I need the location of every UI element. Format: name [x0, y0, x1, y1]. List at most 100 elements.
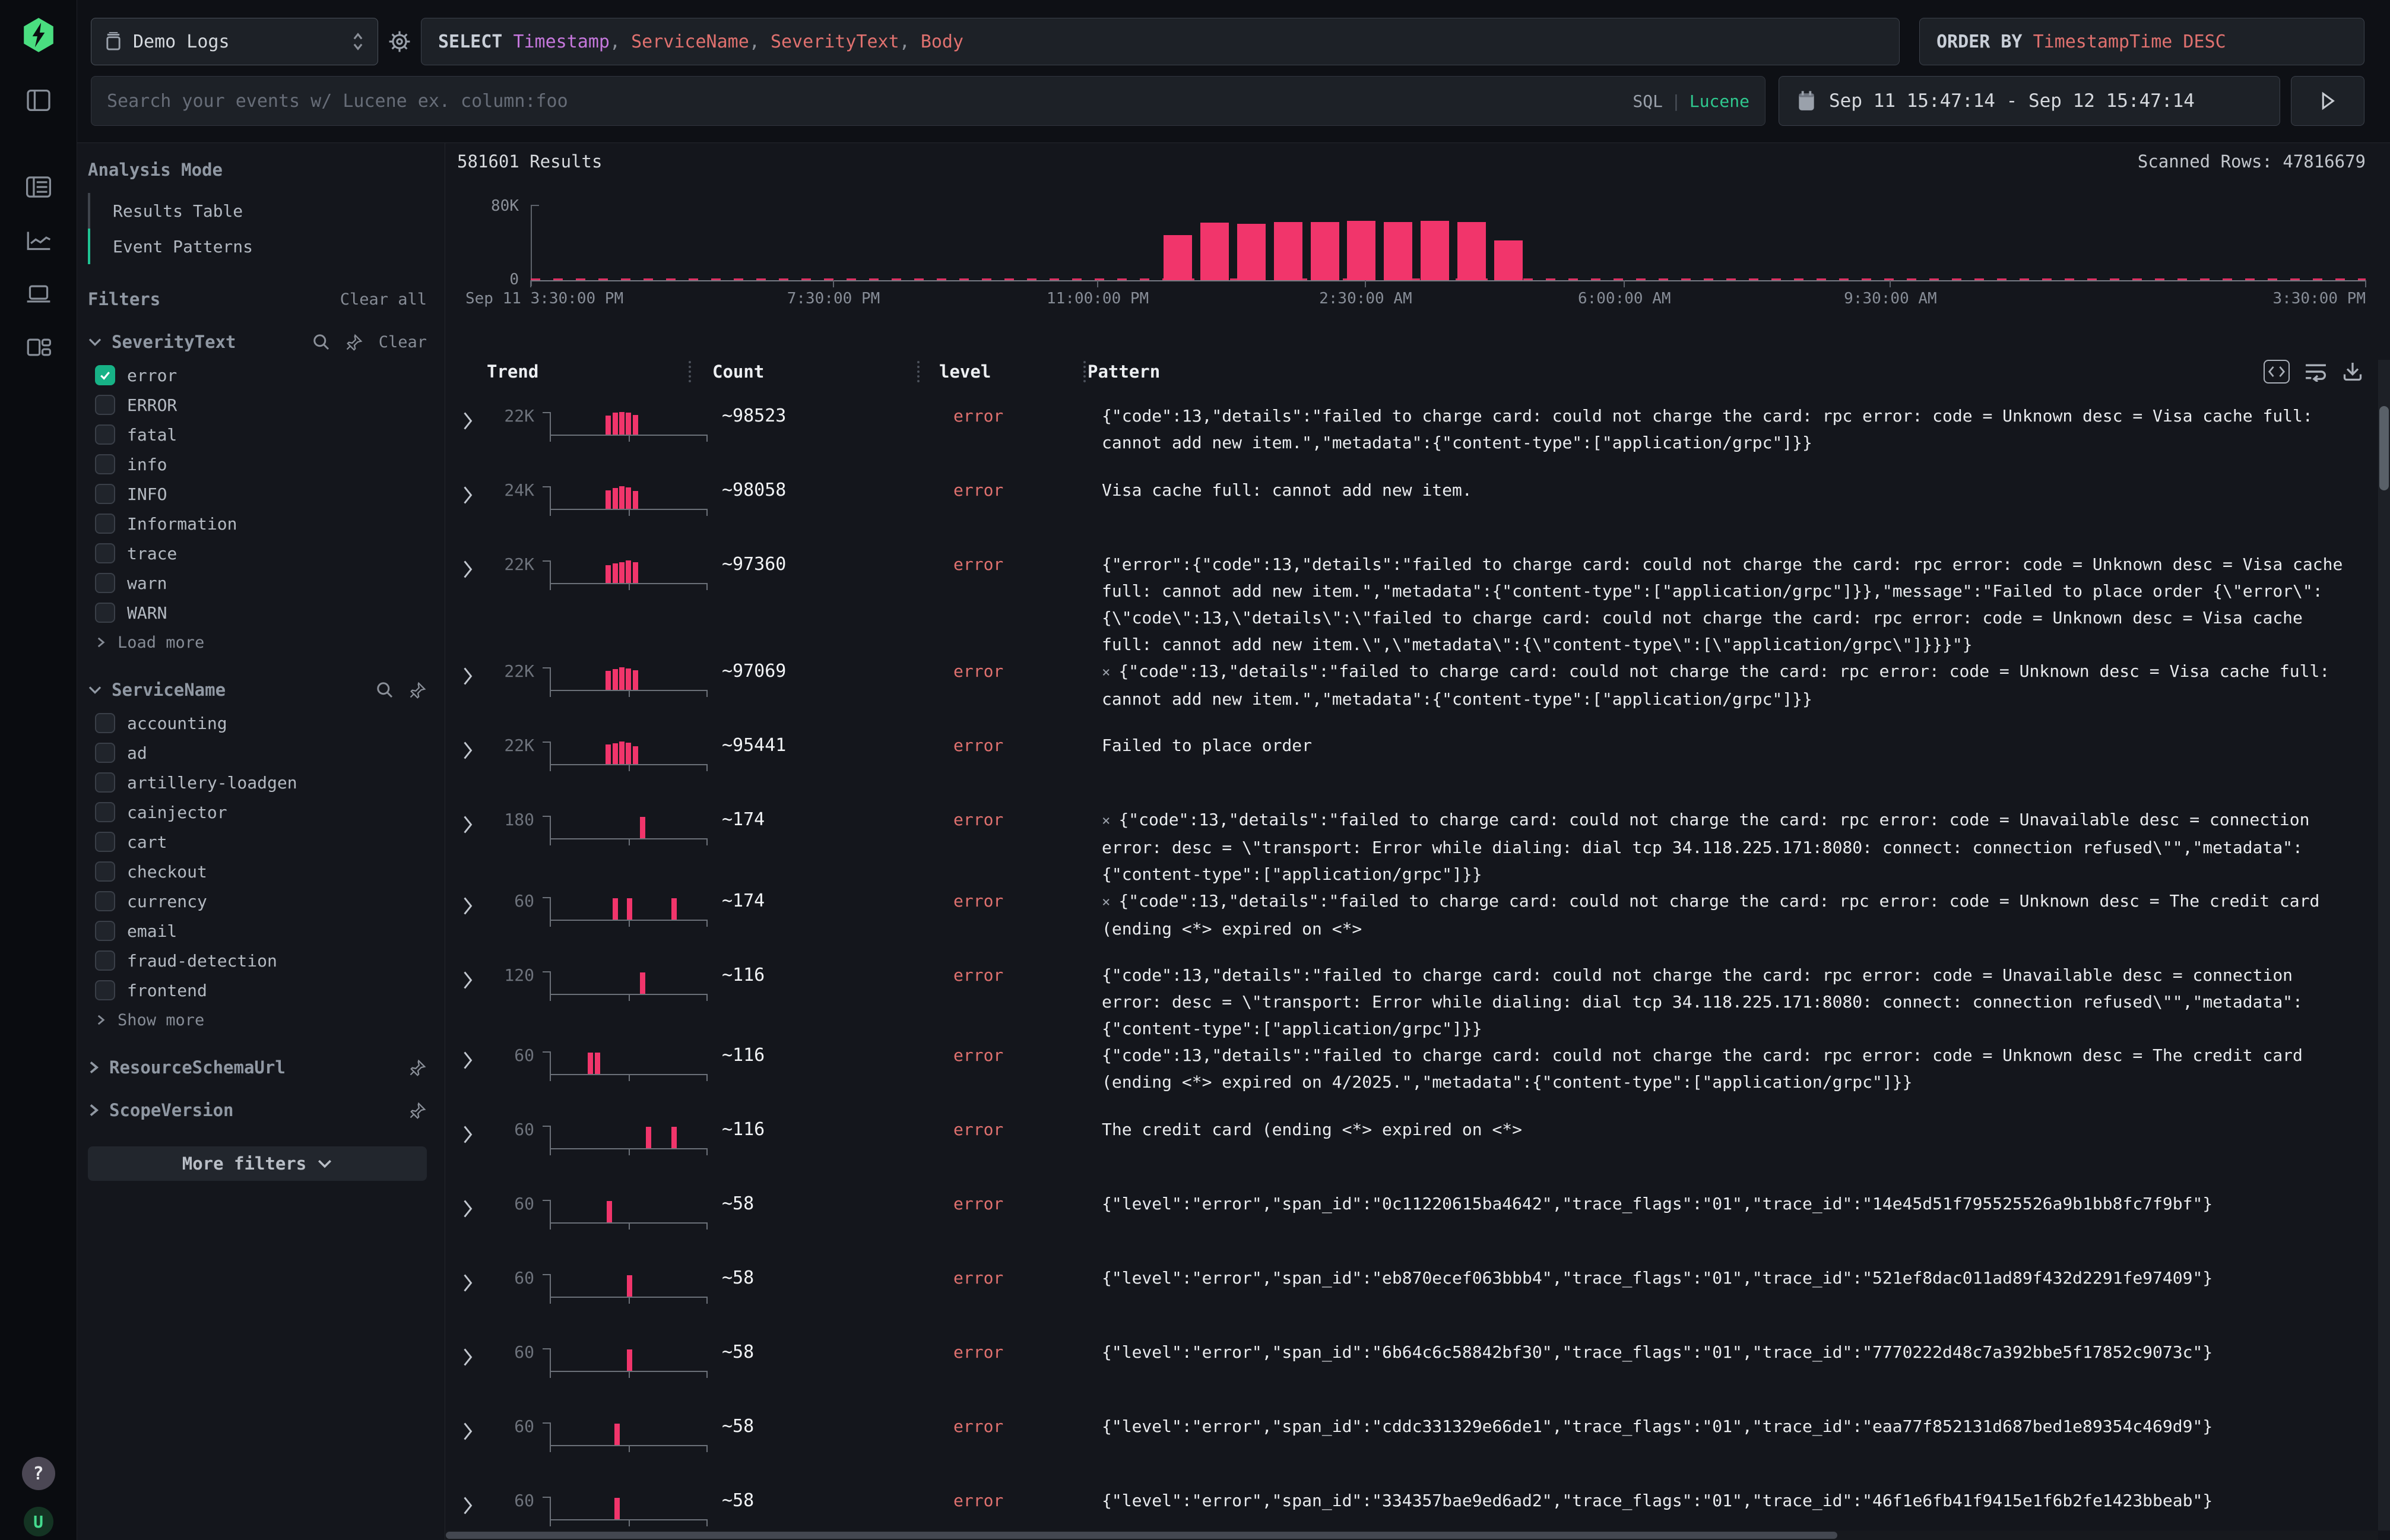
table-row[interactable]: 22K ~97360 error ×{"error":{"code":13,"d… [457, 551, 2366, 658]
chevron-down-icon[interactable] [88, 685, 102, 695]
row-expander-icon[interactable] [462, 895, 475, 917]
order-by-editor[interactable]: ORDER BY TimestampTime DESC [1919, 18, 2364, 65]
filter-checkbox[interactable] [95, 832, 115, 852]
source-settings-button[interactable] [378, 18, 421, 65]
histogram-bar[interactable] [1494, 240, 1523, 280]
analysis-mode-event-patterns[interactable]: Event Patterns [88, 229, 427, 264]
vertical-scrollbar-thumb[interactable] [2379, 406, 2389, 490]
filter-checkbox[interactable] [95, 424, 115, 445]
row-expander-icon[interactable] [462, 1420, 475, 1443]
filter-option[interactable]: WARN [88, 598, 427, 628]
sessions-icon[interactable] [0, 267, 77, 321]
pin-icon[interactable] [345, 333, 363, 351]
histogram-bar[interactable] [1347, 221, 1375, 280]
table-row[interactable]: 120 ~116 error ×{"code":13,"details":"fa… [457, 962, 2366, 1042]
histogram-bar[interactable] [1457, 222, 1486, 280]
pattern-cell[interactable]: ×{"level":"error","span_id":"6b64c6c5884… [1102, 1339, 2360, 1365]
filter-option[interactable]: email [88, 916, 427, 946]
pattern-cell[interactable]: ×{"code":13,"details":"failed to charge … [1102, 403, 2360, 456]
row-expander-icon[interactable] [462, 739, 475, 762]
row-expander-icon[interactable] [462, 1494, 475, 1517]
table-row[interactable]: 60 ~58 error ×{"level":"error","span_id"… [457, 1413, 2366, 1487]
filter-checkbox[interactable] [95, 713, 115, 733]
table-row[interactable]: 60 ~58 error ×{"level":"error","span_id"… [457, 1339, 2366, 1413]
filter-option[interactable]: INFO [88, 479, 427, 509]
filter-option[interactable]: currency [88, 886, 427, 916]
column-header-level[interactable]: level [921, 360, 1088, 384]
severity-clear-button[interactable]: Clear [379, 333, 427, 351]
row-expander-icon[interactable] [462, 1123, 475, 1146]
chevron-down-icon[interactable] [88, 337, 102, 347]
table-row[interactable]: 60 ~116 error ×The credit card (ending <… [457, 1116, 2366, 1190]
download-icon[interactable] [2342, 361, 2363, 382]
row-expander-icon[interactable] [462, 1346, 475, 1368]
column-resize-handle[interactable] [689, 361, 691, 382]
filter-checkbox[interactable] [95, 365, 115, 385]
histogram-bar[interactable] [1237, 224, 1266, 280]
chart-explorer-icon[interactable] [0, 214, 77, 267]
table-row[interactable]: 60 ~58 error ×{"level":"error","span_id"… [457, 1190, 2366, 1265]
histogram-bar[interactable] [1311, 222, 1339, 280]
filter-checkbox[interactable] [95, 514, 115, 534]
table-row[interactable]: 180 ~174 error ×{"code":13,"details":"fa… [457, 806, 2366, 888]
pattern-cell[interactable]: ×{"level":"error","span_id":"eb870ecef06… [1102, 1265, 2360, 1291]
pattern-cell[interactable]: ×Visa cache full: cannot add new item. [1102, 477, 2360, 503]
filter-checkbox[interactable] [95, 395, 115, 415]
pattern-cell[interactable]: ×{"code":13,"details":"failed to charge … [1102, 806, 2360, 888]
row-expander-icon[interactable] [462, 410, 475, 432]
filter-checkbox[interactable] [95, 802, 115, 822]
code-brackets-icon[interactable] [2264, 360, 2290, 384]
row-expander-icon[interactable] [462, 969, 475, 991]
collapse-sidebar-icon[interactable] [0, 74, 77, 127]
histogram-bar[interactable] [1274, 222, 1302, 280]
pattern-cell[interactable]: ×The credit card (ending <*> expired on … [1102, 1116, 2360, 1143]
pin-icon[interactable] [409, 1059, 427, 1076]
filter-checkbox[interactable] [95, 921, 115, 941]
column-header-trend[interactable]: Trend [457, 360, 693, 384]
load-more-button[interactable]: Load more [95, 628, 427, 657]
histogram-bar[interactable] [1200, 223, 1229, 280]
pattern-cell[interactable]: ×{"level":"error","span_id":"cddc331329e… [1102, 1413, 2360, 1440]
table-row[interactable]: 60 ~58 error ×{"level":"error","span_id"… [457, 1265, 2366, 1339]
histogram-bar[interactable] [1164, 235, 1192, 280]
more-filters-button[interactable]: More filters [88, 1146, 427, 1181]
search-icon[interactable] [312, 333, 330, 351]
row-expander-icon[interactable] [462, 484, 475, 506]
source-select[interactable]: Demo Logs [91, 18, 378, 65]
filter-option[interactable]: fatal [88, 420, 427, 449]
pin-icon[interactable] [409, 1101, 427, 1119]
filter-option[interactable]: artillery-loadgen [88, 768, 427, 797]
mode-sql-toggle[interactable]: SQL [1633, 91, 1663, 111]
filter-option[interactable]: error [88, 360, 427, 390]
filter-option[interactable]: ad [88, 738, 427, 768]
column-header-pattern[interactable]: Pattern [1088, 360, 1160, 384]
pattern-cell[interactable]: ×{"code":13,"details":"failed to charge … [1102, 888, 2360, 942]
pattern-cell[interactable]: ×{"level":"error","span_id":"334357bae9e… [1102, 1487, 2360, 1514]
results-histogram[interactable]: 80K 0 Sep 11 3:30:00 PM7:30:00 PM11:00:0… [457, 176, 2366, 315]
service-title[interactable]: ServiceName [112, 680, 226, 700]
filter-checkbox[interactable] [95, 743, 115, 763]
filter-checkbox[interactable] [95, 950, 115, 971]
help-button[interactable]: ? [22, 1457, 55, 1490]
dashboards-icon[interactable] [0, 321, 77, 374]
row-expander-icon[interactable] [462, 813, 475, 836]
scope-version-section[interactable]: ScopeVersion [88, 1100, 427, 1120]
filter-checkbox[interactable] [95, 603, 115, 623]
column-header-count[interactable]: Count [693, 360, 921, 384]
filter-checkbox[interactable] [95, 454, 115, 474]
row-expander-icon[interactable] [462, 558, 475, 581]
filter-option[interactable]: warn [88, 568, 427, 598]
filter-option[interactable]: fraud-detection [88, 946, 427, 975]
column-resize-handle[interactable] [1083, 361, 1086, 382]
row-expander-icon[interactable] [462, 1049, 475, 1072]
table-row[interactable]: 22K ~95441 error ×Failed to place order [457, 732, 2366, 806]
filter-checkbox[interactable] [95, 484, 115, 504]
pattern-cell[interactable]: ×{"code":13,"details":"failed to charge … [1102, 1042, 2360, 1095]
filter-checkbox[interactable] [95, 543, 115, 563]
search-input[interactable]: Search your events w/ Lucene ex. column:… [91, 76, 1765, 126]
filter-option[interactable]: accounting [88, 708, 427, 738]
table-row[interactable]: 22K ~98523 error ×{"code":13,"details":"… [457, 403, 2366, 477]
pattern-cell[interactable]: ×{"code":13,"details":"failed to charge … [1102, 962, 2360, 1042]
text-wrap-icon[interactable] [2304, 362, 2328, 382]
analysis-mode-results-table[interactable]: Results Table [88, 193, 427, 229]
